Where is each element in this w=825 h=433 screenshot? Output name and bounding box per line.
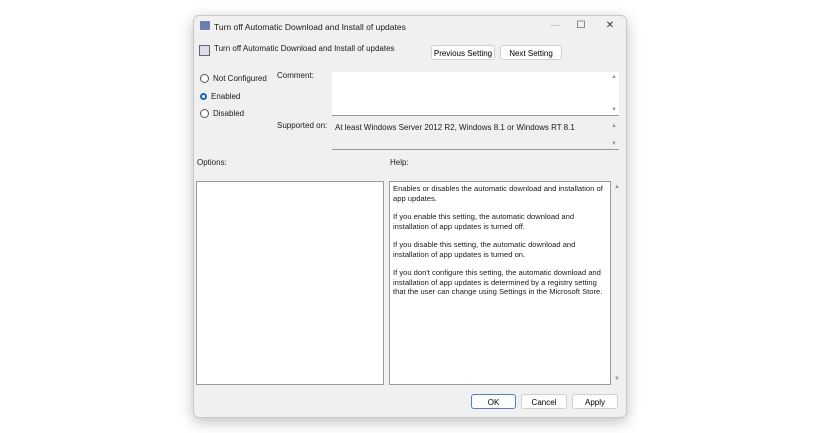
- options-panel: [196, 181, 384, 385]
- help-panel: Enables or disables the automatic downlo…: [389, 181, 611, 385]
- previous-setting-button[interactable]: Previous Setting: [431, 45, 495, 60]
- policy-dialog: Turn off Automatic Download and Install …: [193, 15, 627, 418]
- scroll-up-icon[interactable]: ▲: [611, 123, 617, 129]
- radio-circle: [200, 74, 209, 83]
- setting-name: Turn off Automatic Download and Install …: [214, 44, 395, 53]
- window-title: Turn off Automatic Download and Install …: [214, 22, 406, 32]
- radio-label: Enabled: [211, 92, 241, 101]
- help-label: Help:: [390, 158, 409, 167]
- next-setting-button[interactable]: Next Setting: [500, 45, 562, 60]
- comment-input[interactable]: ▲ ▼: [332, 72, 619, 116]
- radio-disabled[interactable]: Disabled: [200, 109, 244, 118]
- ok-button[interactable]: OK: [471, 394, 516, 409]
- options-label: Options:: [197, 158, 227, 167]
- scroll-down-icon[interactable]: ▼: [611, 107, 617, 113]
- policy-icon: [199, 45, 210, 56]
- help-scroll-up-icon[interactable]: ▲: [614, 184, 620, 190]
- radio-circle-selected: [200, 93, 207, 100]
- radio-circle: [200, 109, 209, 118]
- radio-not-configured[interactable]: Not Configured: [200, 74, 267, 83]
- help-paragraph: If you enable this setting, the automati…: [393, 212, 575, 231]
- supported-label: Supported on:: [277, 121, 328, 130]
- close-button[interactable]: ✕: [599, 18, 621, 34]
- minimize-button[interactable]: —: [544, 18, 566, 34]
- help-paragraph: Enables or disables the automatic downlo…: [393, 184, 603, 203]
- help-text: Enables or disables the automatic downlo…: [390, 182, 610, 308]
- radio-label: Disabled: [213, 109, 245, 118]
- cancel-button[interactable]: Cancel: [521, 394, 567, 409]
- help-scroll-down-icon[interactable]: ▼: [614, 376, 620, 382]
- apply-button[interactable]: Apply: [572, 394, 618, 409]
- radio-label: Not Configured: [213, 74, 267, 83]
- supported-value: At least Windows Server 2012 R2, Windows…: [335, 123, 575, 132]
- radio-enabled[interactable]: Enabled: [200, 92, 240, 101]
- scroll-up-icon[interactable]: ▲: [611, 74, 617, 80]
- app-icon: [200, 21, 210, 30]
- help-paragraph: If you don't configure this setting, the…: [393, 268, 603, 296]
- comment-label: Comment:: [277, 71, 314, 80]
- scroll-down-icon[interactable]: ▼: [611, 141, 617, 147]
- supported-on-field: At least Windows Server 2012 R2, Windows…: [332, 120, 619, 150]
- help-paragraph: If you disable this setting, the automat…: [393, 240, 576, 259]
- maximize-button[interactable]: ☐: [570, 18, 592, 34]
